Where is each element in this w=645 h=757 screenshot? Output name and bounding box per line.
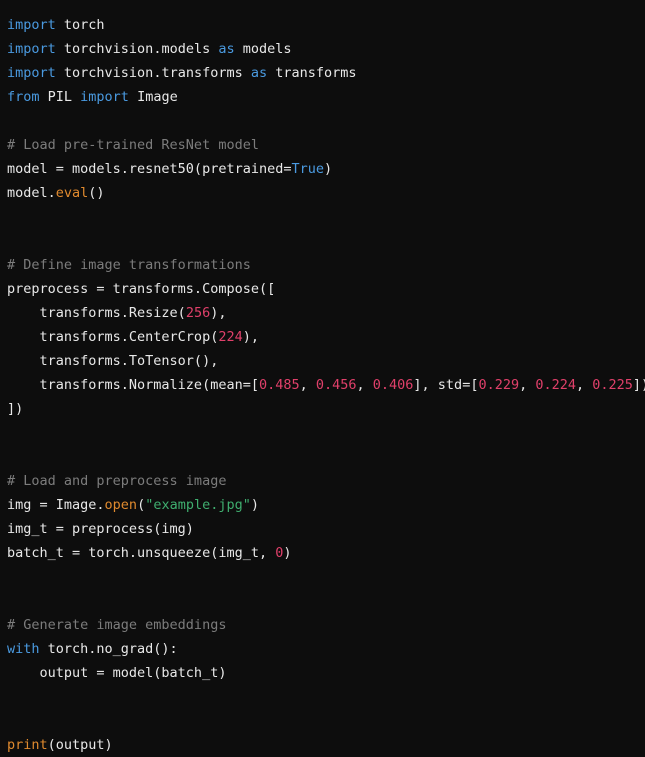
code-token-kw: import bbox=[7, 41, 56, 57]
code-line: preprocess = transforms.Compose([ bbox=[7, 277, 645, 301]
code-editor-pane[interactable]: import torch import torchvision.models as… bbox=[0, 0, 645, 753]
code-token-num: 0.456 bbox=[315, 377, 357, 393]
code-token-comment: # Load and preprocess image bbox=[7, 473, 227, 489]
code-token-plain: , bbox=[519, 377, 536, 393]
code-token-plain: output = model(batch_t) bbox=[7, 665, 227, 681]
code-token-plain: Image bbox=[128, 89, 178, 105]
code-line: import torchvision.transforms as transfo… bbox=[7, 61, 645, 85]
code-line: import torchvision.models as models bbox=[7, 37, 645, 61]
code-line: transforms.ToTensor(), bbox=[7, 349, 645, 373]
code-token-kw: from bbox=[7, 89, 40, 105]
code-token-plain: ), bbox=[210, 305, 227, 321]
code-token-plain: ( bbox=[137, 497, 146, 513]
code-line: model = models.resnet50(pretrained=True) bbox=[7, 157, 645, 181]
code-token-num: 0.406 bbox=[372, 377, 414, 393]
code-line: img = Image.open("example.jpg") bbox=[7, 493, 645, 517]
code-line: output = model(batch_t) bbox=[7, 661, 645, 685]
code-token-plain: transforms.ToTensor(), bbox=[7, 353, 219, 369]
code-token-kw: import bbox=[7, 65, 56, 81]
code-token-plain: models bbox=[234, 41, 292, 57]
code-token-plain: ) bbox=[283, 545, 292, 561]
code-line: with torch.no_grad(): bbox=[7, 637, 645, 661]
code-token-num: 0.225 bbox=[592, 377, 633, 393]
code-token-plain: ], std=[ bbox=[413, 377, 479, 393]
code-token-plain: ), bbox=[242, 329, 259, 345]
code-token-fn: eval bbox=[55, 185, 89, 201]
code-token-plain: model = models.resnet50(pretrained= bbox=[7, 161, 292, 177]
code-token-fn: open bbox=[104, 497, 138, 513]
code-token-plain: ]) bbox=[7, 401, 24, 417]
code-token-kw: with bbox=[7, 641, 40, 657]
code-token-num: 224 bbox=[218, 329, 243, 345]
code-line: from PIL import Image bbox=[7, 85, 645, 109]
code-token-plain: ]), bbox=[632, 377, 645, 393]
code-line: import torch bbox=[7, 13, 645, 37]
code-token-plain: (output) bbox=[47, 737, 113, 753]
code-token-comment: # Define image transformations bbox=[7, 257, 251, 273]
code-token-plain: , bbox=[576, 377, 593, 393]
code-token-num: 0.224 bbox=[535, 377, 576, 393]
code-line: # Define image transformations bbox=[7, 253, 645, 277]
code-token-plain: torchvision.models bbox=[55, 41, 219, 57]
code-token-plain: img_t = preprocess(img) bbox=[7, 521, 194, 537]
code-token-plain: transforms bbox=[267, 65, 357, 81]
code-line: transforms.Normalize(mean=[0.485, 0.456,… bbox=[7, 373, 645, 397]
code-line: img_t = preprocess(img) bbox=[7, 517, 645, 541]
code-line: ]) bbox=[7, 397, 645, 421]
code-line: batch_t = torch.unsqueeze(img_t, 0) bbox=[7, 541, 645, 565]
code-token-plain: ) bbox=[250, 497, 260, 513]
code-line: # Load and preprocess image bbox=[7, 469, 645, 493]
code-token-str: "example.jpg" bbox=[145, 497, 251, 513]
code-token-num: 256 bbox=[185, 305, 211, 321]
code-token-plain: torch.no_grad(): bbox=[39, 641, 178, 657]
code-token-plain: transforms.Normalize(mean=[ bbox=[7, 377, 259, 393]
code-token-plain: ) bbox=[324, 161, 333, 177]
code-token-fn: print bbox=[7, 737, 48, 753]
code-token-plain: , bbox=[299, 377, 316, 393]
code-token-comment: # Load pre-trained ResNet model bbox=[7, 137, 259, 153]
code-token-plain: transforms.CenterCrop( bbox=[7, 329, 219, 345]
code-token-num: 0.229 bbox=[478, 377, 520, 393]
code-line: # Generate image embeddings bbox=[7, 613, 645, 637]
code-token-kw: as bbox=[218, 41, 235, 57]
code-token-plain: torch bbox=[55, 17, 105, 33]
code-line: print(output) bbox=[7, 733, 645, 757]
code-token-comment: # Generate image embeddings bbox=[7, 617, 227, 633]
code-token-plain: img = Image. bbox=[7, 497, 105, 513]
code-token-kw: import bbox=[80, 89, 129, 105]
code-token-plain: , bbox=[356, 377, 373, 393]
code-token-plain: model. bbox=[7, 185, 56, 201]
code-line: transforms.Resize(256), bbox=[7, 301, 645, 325]
code-line: transforms.CenterCrop(224), bbox=[7, 325, 645, 349]
code-token-num: 0.485 bbox=[258, 377, 300, 393]
code-token-plain: () bbox=[88, 185, 105, 201]
code-token-plain: transforms.Resize( bbox=[7, 305, 186, 321]
code-token-plain: PIL bbox=[39, 89, 81, 105]
code-token-plain: preprocess = transforms.Compose([ bbox=[7, 281, 276, 297]
code-token-plain: batch_t = torch.unsqueeze(img_t, bbox=[7, 545, 276, 561]
code-line: # Load pre-trained ResNet model bbox=[7, 133, 645, 157]
code-token-kw: as bbox=[250, 65, 268, 81]
code-token-kw: True bbox=[291, 161, 324, 177]
code-token-kw: import bbox=[7, 17, 56, 33]
code-line: model.eval() bbox=[7, 181, 645, 205]
code-token-plain: torchvision.transforms bbox=[55, 65, 251, 81]
